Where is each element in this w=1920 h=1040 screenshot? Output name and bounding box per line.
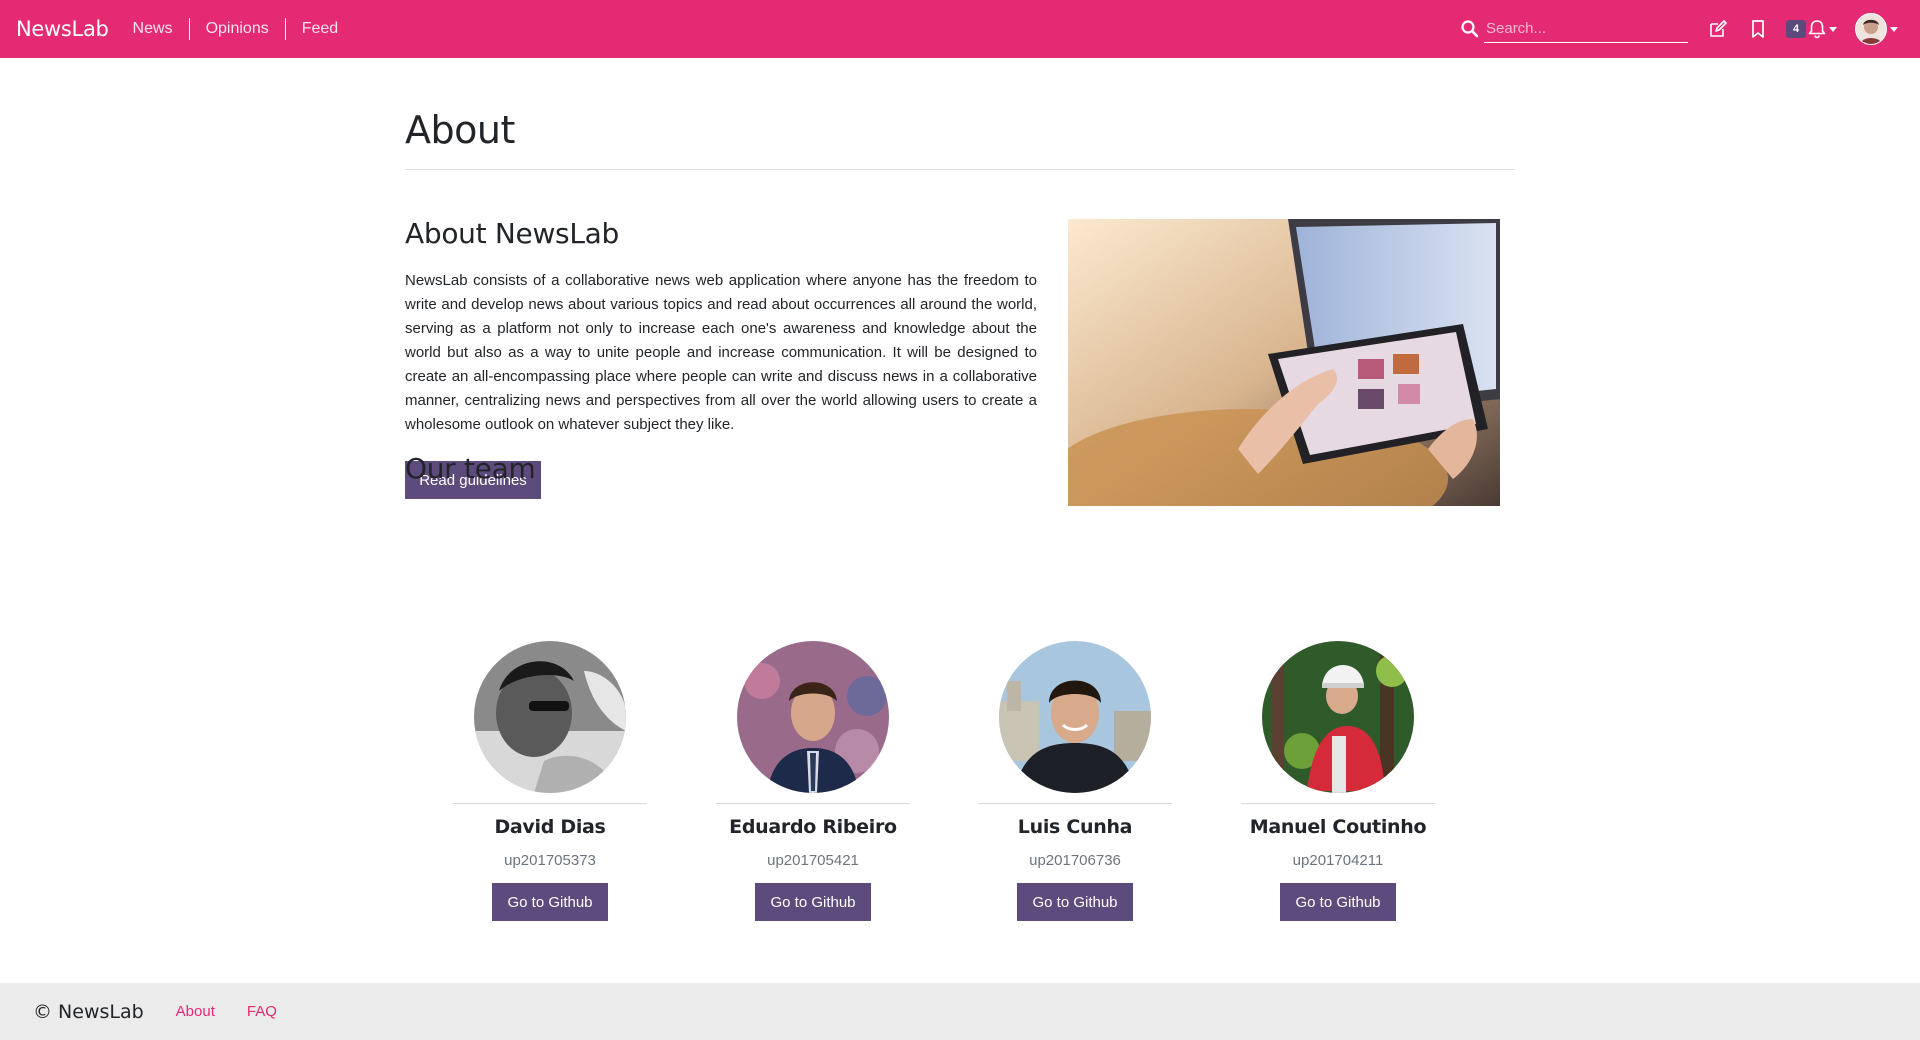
member-name: Manuel Coutinho: [1249, 816, 1427, 838]
search-icon[interactable]: [1460, 19, 1480, 39]
member-id: up201705373: [504, 852, 596, 869]
member-divider: [978, 803, 1172, 804]
team-member-card: Manuel Coutinho up201704211 Go to Github: [1241, 641, 1435, 921]
github-button[interactable]: Go to Github: [1280, 883, 1396, 921]
chevron-down-icon: [1829, 26, 1837, 32]
member-divider: [716, 803, 910, 804]
github-button[interactable]: Go to Github: [1017, 883, 1133, 921]
github-button[interactable]: Go to Github: [755, 883, 871, 921]
notifications-dropdown[interactable]: 4: [1786, 19, 1837, 39]
member-id: up201704211: [1292, 852, 1384, 869]
member-photo: [999, 641, 1151, 793]
about-description: NewsLab consists of a collaborative news…: [405, 272, 1037, 433]
user-menu[interactable]: [1855, 13, 1898, 45]
search-input[interactable]: [1484, 15, 1688, 43]
nav-link-news[interactable]: News: [133, 18, 189, 40]
hero-tablet-image: [1068, 219, 1500, 506]
bell-icon: [1808, 20, 1826, 39]
member-id: up201706736: [1029, 852, 1121, 869]
bookmark-icon[interactable]: [1746, 17, 1770, 41]
member-name: Luis Cunha: [1017, 816, 1133, 838]
member-photo: [474, 641, 626, 793]
team-member-card: Eduardo Ribeiro up201705421 Go to Github: [716, 641, 910, 921]
member-divider: [1241, 803, 1435, 804]
footer-copyright: © NewsLab: [33, 1000, 144, 1023]
member-name: David Dias: [494, 816, 606, 838]
about-heading: About NewsLab: [405, 217, 619, 250]
team-member-card: David Dias up201705373 Go to Github: [453, 641, 647, 921]
member-photo: [737, 641, 889, 793]
notification-badge: 4: [1786, 20, 1806, 38]
member-divider: [453, 803, 647, 804]
edit-icon[interactable]: [1706, 17, 1730, 41]
title-divider: [405, 169, 1515, 170]
brand-logo[interactable]: NewsLab: [16, 17, 109, 41]
top-navbar: NewsLab News Opinions Feed 4: [0, 0, 1920, 58]
footer-link-faq[interactable]: FAQ: [247, 1003, 277, 1020]
team-member-card: Luis Cunha up201706736 Go to Github: [978, 641, 1172, 921]
team-heading: Our team: [405, 452, 536, 485]
member-id: up201705421: [767, 852, 859, 869]
member-photo: [1262, 641, 1414, 793]
footer-link-about[interactable]: About: [176, 1003, 215, 1020]
page-title: About: [405, 108, 515, 152]
avatar: [1855, 13, 1887, 45]
nav-links: News Opinions Feed: [133, 18, 355, 40]
nav-link-opinions[interactable]: Opinions: [188, 18, 285, 40]
footer: © NewsLab About FAQ: [0, 983, 1920, 1040]
search-bar: [1460, 15, 1688, 43]
member-name: Eduardo Ribeiro: [729, 816, 897, 838]
nav-link-feed[interactable]: Feed: [284, 18, 354, 40]
nav-right: 4: [1460, 0, 1920, 58]
chevron-down-icon: [1890, 26, 1898, 32]
github-button[interactable]: Go to Github: [492, 883, 608, 921]
